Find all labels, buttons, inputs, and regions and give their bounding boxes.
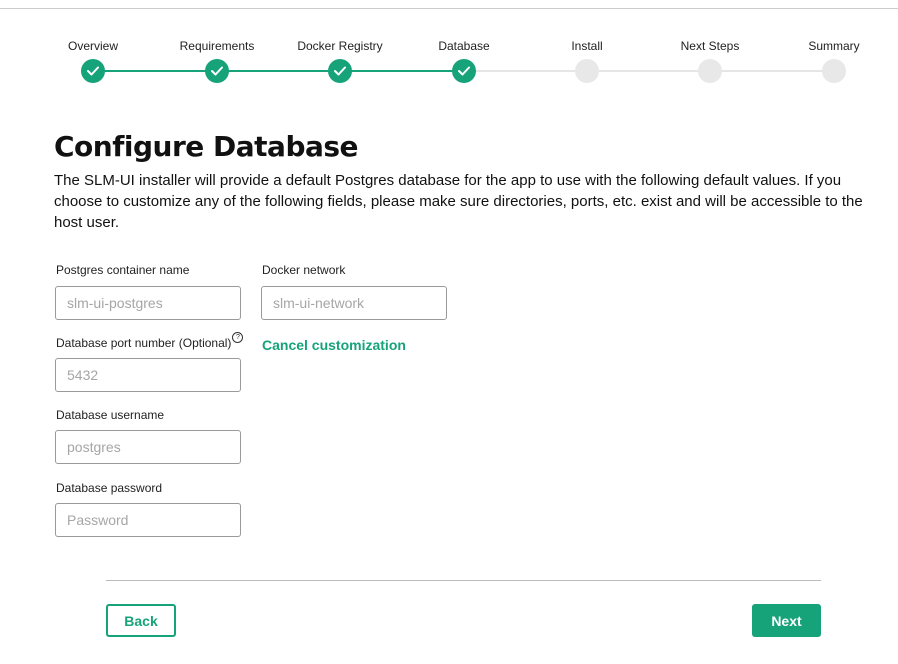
step-requirements[interactable]: Requirements	[157, 38, 277, 83]
progress-stepper: Overview Requirements Docker Registry Da…	[0, 0, 898, 100]
step-pending-dot	[575, 59, 599, 83]
checkmark-icon	[328, 59, 352, 83]
docker-network-input[interactable]	[261, 286, 447, 320]
step-label: Requirements	[179, 39, 255, 53]
checkmark-icon	[205, 59, 229, 83]
username-label: Database username	[56, 408, 165, 422]
container-name-input[interactable]	[55, 286, 241, 320]
step-label: Docker Registry	[297, 39, 383, 53]
step-database[interactable]: Database	[404, 38, 524, 83]
page-title: Configure Database	[54, 130, 359, 163]
cancel-customization-link[interactable]: Cancel customization	[262, 337, 406, 353]
step-label: Database	[438, 39, 490, 53]
question-circle-icon[interactable]: ?	[232, 332, 244, 343]
checkmark-icon	[81, 59, 105, 83]
port-label: Database port number (Optional)?	[56, 332, 244, 350]
port-label-text: Database port number (Optional)	[56, 336, 232, 350]
next-button[interactable]: Next	[752, 604, 821, 637]
container-name-label: Postgres container name	[56, 263, 190, 277]
step-label: Summary	[808, 39, 860, 53]
step-next-steps: Next Steps	[650, 38, 770, 83]
step-pending-dot	[822, 59, 846, 83]
back-button[interactable]: Back	[106, 604, 176, 637]
password-input[interactable]	[55, 503, 241, 537]
step-summary: Summary	[774, 38, 894, 83]
step-label: Overview	[67, 39, 118, 53]
step-overview[interactable]: Overview	[33, 38, 153, 83]
username-input[interactable]	[55, 430, 241, 464]
page-description: The SLM-UI installer will provide a defa…	[54, 172, 863, 231]
step-install: Install	[527, 38, 647, 83]
port-input[interactable]	[55, 358, 241, 392]
step-label: Next Steps	[680, 39, 740, 53]
step-label: Install	[571, 39, 603, 53]
docker-network-label: Docker network	[262, 263, 346, 277]
footer-divider	[106, 580, 821, 581]
step-pending-dot	[698, 59, 722, 83]
checkmark-icon	[452, 59, 476, 83]
step-docker-registry[interactable]: Docker Registry	[280, 38, 400, 83]
password-label: Database password	[56, 481, 163, 495]
